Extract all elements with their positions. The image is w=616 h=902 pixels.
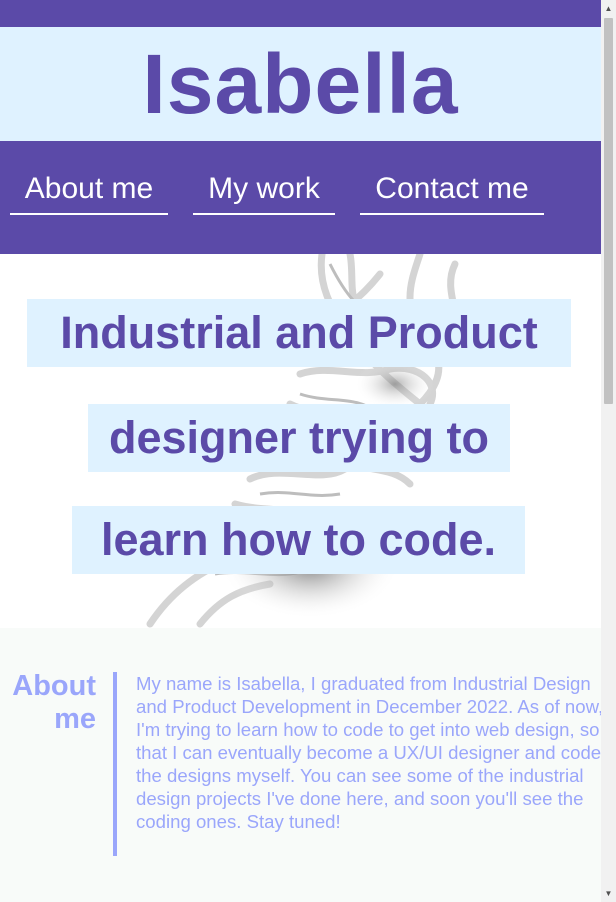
nav-about-me-link[interactable]: About me <box>10 165 168 215</box>
header: Isabella <box>0 27 601 141</box>
site-title: Isabella <box>142 37 459 131</box>
page: Isabella About me My work Contact me Ind… <box>0 0 601 902</box>
about-divider <box>113 672 117 856</box>
about-heading-line: About <box>12 670 96 702</box>
vertical-scrollbar[interactable]: ▲ ▼ <box>601 0 616 902</box>
hero-headline-line: Industrial and Product <box>27 299 571 367</box>
scroll-up-arrow-icon[interactable]: ▲ <box>601 0 616 17</box>
scroll-down-arrow-icon[interactable]: ▼ <box>601 885 616 902</box>
hero-headline-line: designer trying to <box>88 404 510 472</box>
about-heading: About me <box>0 670 96 736</box>
nav-my-work-link[interactable]: My work <box>193 165 335 215</box>
about-section: About me My name is Isabella, I graduate… <box>0 628 601 902</box>
scrollbar-thumb[interactable] <box>604 18 613 404</box>
nav-contact-me-link[interactable]: Contact me <box>360 165 544 215</box>
hero-headline-line: learn how to code. <box>72 506 525 574</box>
hero: Industrial and Product designer trying t… <box>0 254 601 628</box>
main-nav: About me My work Contact me <box>0 141 601 254</box>
top-strip <box>0 0 601 27</box>
about-paragraph: My name is Isabella, I graduated from In… <box>136 673 601 832</box>
about-heading-line: me <box>54 703 96 735</box>
